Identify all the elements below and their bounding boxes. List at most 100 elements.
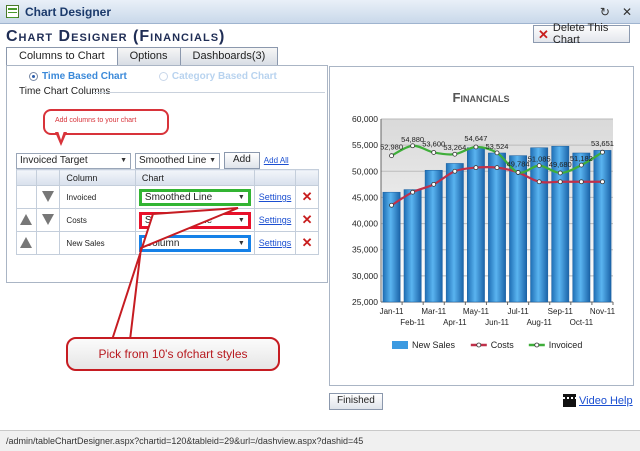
bar-new-sales — [445, 163, 464, 303]
add-all-link[interactable]: Add All — [264, 156, 289, 165]
video-clapper-icon — [563, 394, 576, 407]
chevron-down-icon: ▼ — [120, 157, 127, 164]
settings-link[interactable]: Settings — [259, 238, 292, 248]
data-label: 51,182 — [570, 154, 593, 163]
bar-new-sales — [467, 147, 485, 303]
row-chart-cell: Smoothed Line ▼ — [134, 185, 255, 209]
legend-label-costs: Costs — [491, 340, 515, 350]
point-invoiced — [600, 149, 605, 155]
data-label: 51,085 — [528, 155, 551, 164]
point-invoiced — [515, 170, 521, 175]
x-tick-label: Nov-11 — [590, 307, 616, 316]
grid-header-delete — [295, 169, 319, 186]
point-costs — [578, 179, 584, 185]
point-costs — [536, 179, 542, 185]
row-chart-select[interactable]: Smoothed Line ▼ — [138, 188, 251, 206]
radio-unselected-icon — [158, 72, 168, 81]
chart-style-select[interactable]: Smoothed Line ▼ — [135, 152, 220, 169]
settings-link[interactable]: Settings — [259, 215, 292, 225]
move-up-icon[interactable] — [20, 213, 33, 225]
table-row: New Sales Column ▼ Settings ✕ — [16, 231, 319, 255]
row-chart-value: Smoothed Line — [144, 191, 213, 203]
row-chart-cell: Smoothed Line ▼ — [134, 208, 255, 232]
delete-row-icon[interactable]: ✕ — [302, 189, 313, 204]
add-button[interactable]: Add — [224, 152, 260, 169]
point-costs — [600, 179, 605, 185]
point-costs — [494, 165, 500, 171]
delete-chart-label: Delete This Chart — [552, 22, 609, 46]
window-title: Chart Designer — [25, 4, 112, 19]
close-icon[interactable]: ✕ — [622, 5, 632, 19]
row-delete-cell: ✕ — [295, 185, 319, 209]
bar-new-sales — [572, 152, 591, 303]
move-down-icon[interactable] — [42, 190, 55, 202]
column-select[interactable]: Invoiced Target ▼ — [16, 152, 131, 169]
move-up-cell — [16, 185, 37, 209]
point-invoiced — [494, 150, 500, 156]
move-down-icon[interactable] — [42, 213, 55, 225]
move-down-cell — [35, 231, 61, 255]
radio-category-based[interactable]: Category Based Chart — [158, 71, 277, 82]
chart-title: Financials — [453, 90, 510, 105]
delete-x-icon: ✕ — [538, 26, 549, 42]
x-tick-label: Jul-11 — [507, 307, 529, 316]
financials-chart: Financials 25,000 30,000 35,000 40,000 45,000… — [352, 90, 616, 350]
point-costs — [389, 202, 394, 208]
bar-new-sales — [488, 152, 506, 303]
columns-panel: Time Based Chart Category Based Chart Ti… — [6, 65, 328, 283]
row-column-name: Costs — [59, 208, 136, 232]
data-label: 52,980 — [380, 143, 403, 152]
grid-header-down — [35, 169, 61, 186]
row-chart-cell: Column ▼ — [134, 231, 255, 255]
move-up-icon[interactable] — [20, 236, 33, 248]
y-tick-label: 40,000 — [352, 219, 378, 229]
video-help[interactable]: Video Help — [563, 394, 633, 407]
refresh-icon[interactable]: ↻ — [600, 5, 610, 19]
settings-link[interactable]: Settings — [259, 192, 292, 202]
delete-chart-button[interactable]: ✕ Delete This Chart — [533, 22, 630, 46]
x-tick-label: May-11 — [463, 307, 490, 316]
bar-new-sales — [509, 155, 527, 303]
data-label: 53,600 — [422, 139, 445, 148]
row-chart-select[interactable]: Smoothed Line ▼ — [138, 211, 251, 229]
point-invoiced — [578, 162, 584, 168]
tab-columns-to-chart[interactable]: Columns to Chart — [6, 47, 118, 66]
radio-time-based[interactable]: Time Based Chart — [29, 71, 127, 82]
tab-dashboards[interactable]: Dashboards(3) — [179, 47, 279, 65]
row-chart-select[interactable]: Column ▼ — [138, 234, 251, 252]
x-tick-label: Jun-11 — [485, 318, 509, 327]
data-label: 53,264 — [443, 143, 466, 152]
bar-new-sales — [530, 147, 549, 303]
data-label: 49,784 — [507, 159, 530, 168]
y-tick-label: 25,000 — [352, 297, 378, 307]
delete-row-icon[interactable]: ✕ — [302, 212, 313, 227]
radio-time-based-label: Time Based Chart — [42, 71, 127, 82]
move-up-cell — [16, 208, 37, 232]
chart-style-value: Smoothed Line — [139, 155, 207, 166]
section-divider — [93, 92, 325, 93]
chart-preview: Financials 25,000 30,000 35,000 40,000 45,000… — [329, 66, 634, 386]
video-help-link[interactable]: Video Help — [579, 395, 633, 407]
point-costs — [431, 181, 437, 187]
row-column-name: Invoiced — [59, 185, 136, 209]
data-label: 53,524 — [486, 142, 509, 151]
point-costs — [473, 165, 479, 171]
row-chart-value: Column — [144, 237, 180, 249]
x-tick-label: Aug-11 — [527, 318, 553, 327]
point-invoiced — [557, 170, 563, 176]
legend-label-invoiced: Invoiced — [549, 340, 583, 350]
row-settings-cell: Settings — [253, 208, 297, 232]
row-delete-cell: ✕ — [295, 231, 319, 255]
chart-mode-group: Time Based Chart Category Based Chart — [29, 71, 277, 82]
tab-options[interactable]: Options — [116, 47, 181, 65]
x-tick-label: Feb-11 — [400, 318, 425, 327]
chevron-down-icon: ▼ — [209, 157, 216, 164]
delete-row-icon[interactable]: ✕ — [302, 235, 313, 250]
x-tick-label: Jan-11 — [380, 307, 404, 316]
point-invoiced — [452, 151, 458, 157]
grid-header-row: Column Chart — [16, 169, 319, 186]
table-row: Costs Smoothed Line ▼ Settings ✕ — [16, 208, 319, 232]
row-settings-cell: Settings — [253, 231, 297, 255]
grid-header-settings — [253, 169, 297, 186]
finished-button[interactable]: Finished — [329, 393, 383, 410]
